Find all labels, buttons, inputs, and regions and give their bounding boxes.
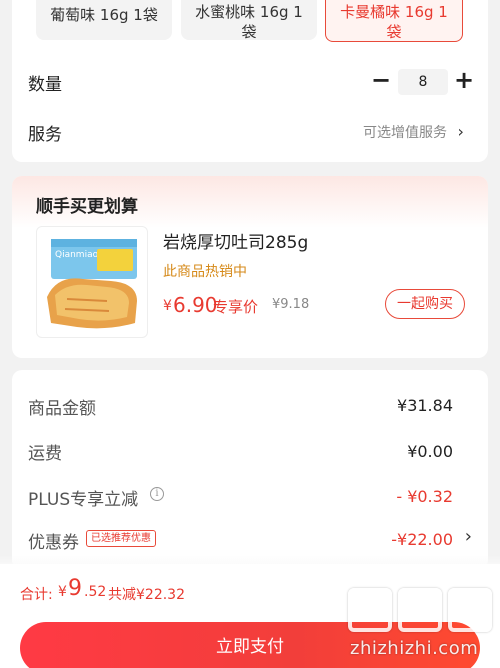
quantity-increase-button[interactable]: + (454, 68, 474, 92)
coupon-selector[interactable]: -¥22.00 (391, 530, 453, 549)
watermark-logo-icon (448, 588, 492, 632)
summary-label-shipping: 运费 (28, 444, 62, 464)
variant-option-grape[interactable]: 葡萄味 16g 1袋 (36, 0, 172, 40)
quantity-decrease-button[interactable]: − (371, 68, 391, 92)
toast-box-illustration: Qianmiao (47, 239, 137, 329)
coupon-recommended-badge: 已选推荐优惠 (86, 530, 156, 547)
product-price: 6.90 (173, 293, 218, 317)
chevron-right-icon[interactable]: › (465, 526, 472, 547)
service-label: 服务 (28, 125, 62, 145)
total-decimal: .52 (84, 584, 107, 600)
variant-option-kumquat-selected[interactable]: 卡曼橘味 16g 1 袋 (325, 0, 463, 42)
order-summary-card: 商品金额 ¥31.84 运费 ¥0.00 PLUS专享立减 i - ¥0.32 … (12, 370, 488, 570)
quantity-input[interactable]: 8 (398, 69, 448, 95)
summary-label-coupon: 优惠券 (28, 533, 79, 553)
summary-label-subtotal: 商品金额 (28, 399, 96, 419)
chevron-right-icon: › (457, 122, 464, 141)
product-image[interactable]: Qianmiao (36, 226, 148, 338)
total-saving: 共减¥22.32 (108, 587, 185, 603)
variant-option-peach[interactable]: 水蜜桃味 16g 1 袋 (181, 0, 317, 40)
price-currency: ¥ (163, 298, 172, 314)
summary-value-subtotal: ¥31.84 (397, 396, 453, 415)
watermark-logo-icon (398, 588, 442, 632)
info-icon[interactable]: i (150, 487, 164, 501)
watermark-text: zhizhizhi.com (350, 638, 479, 659)
variant-label: 葡萄味 16g 1袋 (50, 6, 158, 24)
image-brand-text: Qianmiao (55, 250, 99, 260)
variant-label: 水蜜桃味 16g 1 袋 (195, 3, 303, 40)
total-currency: ¥ (58, 584, 67, 600)
variant-label: 卡曼橘味 16g 1 袋 (340, 3, 448, 41)
addon-title: 顺手买更划算 (36, 197, 138, 217)
watermark-logo-icon (348, 588, 392, 632)
summary-value-shipping: ¥0.00 (407, 442, 453, 461)
original-price: ¥9.18 (272, 297, 310, 312)
addon-card: 顺手买更划算 Qianmiao 岩烧厚切吐司285g 此商品热销中 ¥ 6.90… (12, 176, 488, 358)
hot-sale-label: 此商品热销中 (163, 264, 247, 280)
summary-value-coupon: -¥22.00 (391, 530, 453, 549)
buy-together-button[interactable]: 一起购买 (385, 289, 465, 319)
price-tag: 专享价 (213, 298, 259, 316)
service-value: 可选增值服务 (363, 125, 447, 141)
service-selector[interactable]: 可选增值服务 › (363, 122, 464, 142)
total-label: 合计: (20, 587, 53, 603)
site-watermark: zhizhizhi.com (348, 588, 494, 664)
summary-label-plus-discount: PLUS专享立减 (28, 490, 139, 510)
total-integer: 9 (68, 576, 82, 601)
summary-value-plus-discount: - ¥0.32 (396, 487, 453, 506)
product-options-card: 葡萄味 16g 1袋 水蜜桃味 16g 1 袋 卡曼橘味 16g 1 袋 数量 … (12, 0, 488, 162)
quantity-label: 数量 (28, 75, 62, 95)
product-name[interactable]: 岩烧厚切吐司285g (163, 228, 308, 253)
